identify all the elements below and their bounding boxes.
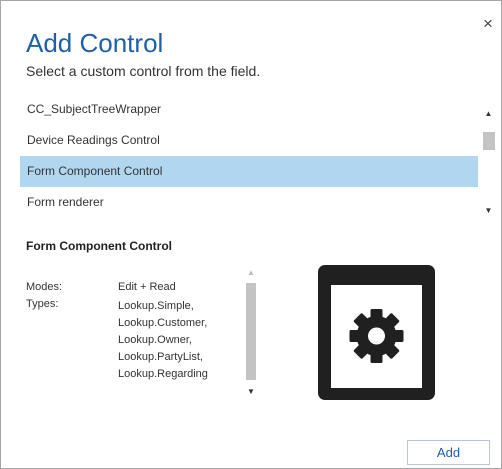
gear-window-icon bbox=[318, 265, 435, 400]
type-item: Lookup.Customer, bbox=[118, 317, 208, 329]
controls-list: CC_SubjectTreeWrapper Device Readings Co… bbox=[20, 94, 478, 218]
types-list: Lookup.Simple, Lookup.Customer, Lookup.O… bbox=[118, 298, 208, 383]
list-item-cc-subjecttreewrapper[interactable]: CC_SubjectTreeWrapper bbox=[20, 94, 478, 125]
modes-label: Modes: bbox=[26, 281, 63, 293]
add-button[interactable]: Add bbox=[407, 440, 490, 465]
type-item: Lookup.Owner, bbox=[118, 334, 192, 346]
details-scrollbar[interactable]: ▲ ▼ bbox=[243, 267, 259, 400]
types-label: Types: bbox=[26, 298, 59, 310]
scroll-down-arrow-icon[interactable]: ▼ bbox=[481, 205, 496, 217]
type-item: Lookup.Simple, bbox=[118, 300, 194, 312]
type-item: Lookup.Regarding bbox=[118, 368, 208, 380]
type-item: Lookup.PartyList, bbox=[118, 351, 203, 363]
list-item-device-readings-control[interactable]: Device Readings Control bbox=[20, 125, 478, 156]
details-scroll-thumb[interactable] bbox=[246, 283, 256, 380]
dialog-title: Add Control bbox=[26, 28, 164, 58]
dialog-subtitle: Select a custom control from the field. bbox=[26, 63, 261, 79]
close-icon[interactable]: × bbox=[480, 15, 496, 33]
details-title: Form Component Control bbox=[26, 239, 172, 253]
controls-list-scroll-thumb[interactable] bbox=[483, 132, 495, 150]
list-item-form-renderer[interactable]: Form renderer bbox=[20, 187, 478, 218]
controls-list-scrollbar[interactable]: ▲ ▼ bbox=[481, 108, 496, 217]
details-scroll-up-arrow-icon[interactable]: ▲ bbox=[243, 267, 259, 279]
scroll-up-arrow-icon[interactable]: ▲ bbox=[481, 108, 496, 120]
add-control-dialog: × Add Control Select a custom control fr… bbox=[0, 0, 502, 469]
list-item-form-component-control[interactable]: Form Component Control bbox=[20, 156, 478, 187]
details-scroll-down-arrow-icon[interactable]: ▼ bbox=[243, 386, 259, 398]
modes-value: Edit + Read bbox=[118, 281, 176, 293]
